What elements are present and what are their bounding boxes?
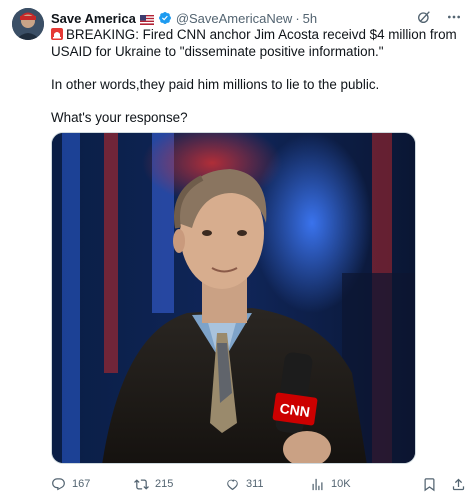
post-actions: 167 215 311 10K [51, 474, 466, 494]
author-name[interactable]: Save America [51, 11, 136, 26]
share-button[interactable] [451, 477, 466, 492]
reply-button[interactable]: 167 [51, 477, 90, 492]
repost-button[interactable]: 215 [134, 477, 173, 492]
post[interactable]: Save America @SaveAmericaNew · 5h BREAKI… [0, 0, 474, 500]
post-header: Save America @SaveAmericaNew · 5h [51, 9, 462, 27]
bookmark-icon [424, 477, 435, 491]
post-text-line-2: In other words,they paid him millions to… [51, 76, 380, 92]
reply-icon [52, 477, 65, 490]
author-handle[interactable]: @SaveAmericaNew [176, 11, 293, 26]
repost-count: 215 [155, 478, 174, 490]
us-flag-icon [139, 13, 154, 25]
post-text-line-1-content: BREAKING: Fired CNN anchor Jim Acosta re… [51, 27, 457, 59]
siren-icon [51, 28, 63, 40]
views-chart-icon [312, 478, 323, 490]
separator: · [295, 10, 300, 26]
post-photo[interactable]: CNN [51, 132, 416, 464]
avatar[interactable] [12, 8, 44, 40]
like-button[interactable]: 311 [225, 477, 264, 492]
view-count: 10K [331, 478, 351, 490]
share-icon [452, 478, 465, 490]
bookmark-button[interactable] [422, 477, 437, 492]
reply-count: 167 [72, 478, 91, 490]
post-text-line-3: What's your response? [51, 109, 188, 125]
more-options-icon[interactable] [446, 9, 462, 25]
like-count: 311 [246, 478, 264, 490]
post-time[interactable]: 5h [303, 11, 317, 26]
views-button[interactable]: 10K [310, 477, 351, 492]
post-text-line-1: BREAKING: Fired CNN anchor Jim Acosta re… [51, 27, 466, 60]
grok-icon[interactable] [416, 9, 432, 25]
verified-badge-icon[interactable] [158, 11, 172, 25]
heart-icon [227, 479, 238, 490]
post-text: BREAKING: Fired CNN anchor Jim Acosta re… [51, 27, 466, 126]
repost-icon [134, 478, 149, 490]
